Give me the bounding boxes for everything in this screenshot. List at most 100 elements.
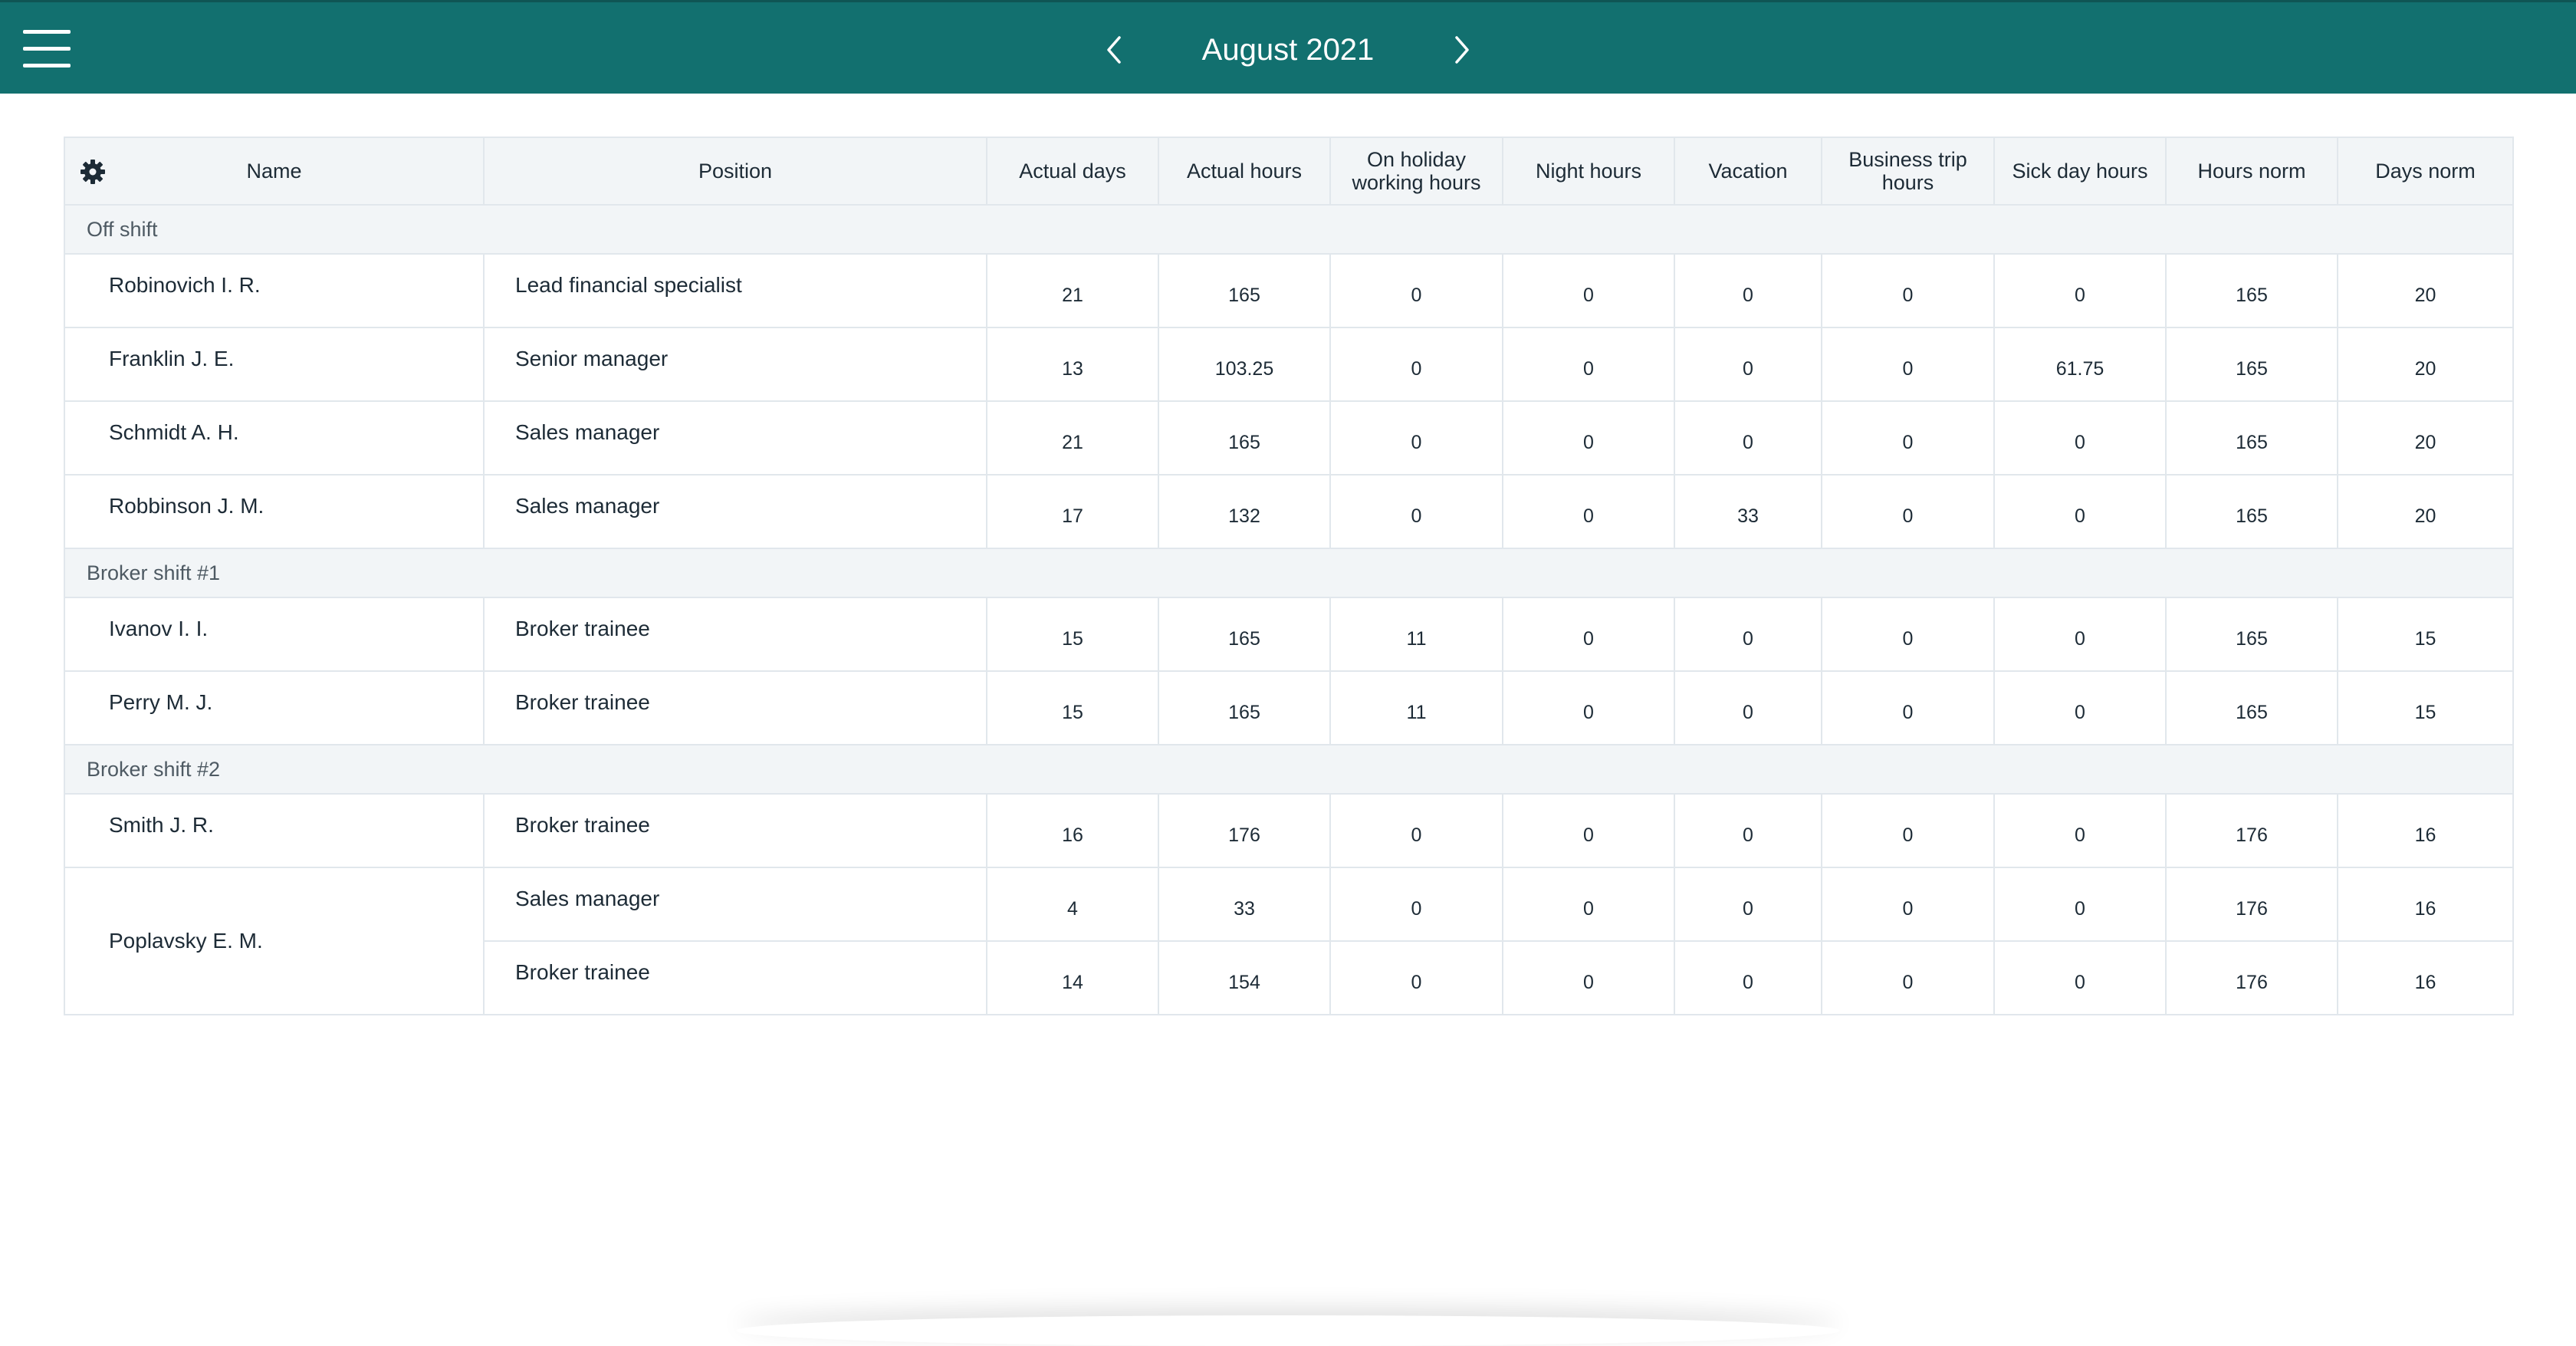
- group-row-off-shift: Off shift: [64, 204, 2514, 255]
- table-row[interactable]: Perry M. J. Broker trainee 15 165 11 0 0…: [64, 670, 2514, 745]
- value-cell: 0: [1329, 327, 1503, 402]
- table-header-row: Name Position Actual days Actual hours O…: [64, 137, 2514, 206]
- value-cell: 165: [1158, 253, 1331, 328]
- value-cell: 20: [2337, 400, 2514, 476]
- value-cell: 0: [1821, 597, 1995, 672]
- value-cell: 0: [1329, 400, 1503, 476]
- value-cell: 21: [986, 400, 1159, 476]
- value-cell: 0: [1674, 400, 1822, 476]
- table-row[interactable]: Robinovich I. R. Lead financial speciali…: [64, 253, 2514, 328]
- employee-name: Robbinson J. M.: [64, 474, 485, 549]
- bottom-scroll-shadow: [736, 1315, 1840, 1346]
- value-cell: 0: [1502, 253, 1675, 328]
- column-header-days-norm[interactable]: Days norm: [2337, 137, 2514, 206]
- value-cell: 11: [1329, 670, 1503, 745]
- value-cell: 165: [2165, 670, 2338, 745]
- gear-icon[interactable]: [80, 160, 105, 184]
- value-cell: 13: [986, 327, 1159, 402]
- value-cell: 0: [1993, 253, 2167, 328]
- value-cell: 0: [1674, 793, 1822, 868]
- value-cell: 0: [1674, 253, 1822, 328]
- employee-name: Smith J. R.: [64, 793, 485, 868]
- group-row-broker-shift-1: Broker shift #1: [64, 548, 2514, 598]
- value-cell: 165: [2165, 253, 2338, 328]
- column-header-sick-day[interactable]: Sick day hours: [1993, 137, 2167, 206]
- previous-month-chevron-left-icon[interactable]: [1099, 33, 1130, 67]
- hamburger-menu-icon[interactable]: [21, 28, 72, 70]
- value-cell: 15: [2337, 670, 2514, 745]
- employee-name: Schmidt A. H.: [64, 400, 485, 476]
- column-header-label: Name: [246, 160, 302, 183]
- value-cell: 0: [1502, 597, 1675, 672]
- value-cell: 103.25: [1158, 327, 1331, 402]
- column-header-holiday-hours[interactable]: On holiday working hours: [1329, 137, 1503, 206]
- employee-position: Sales manager: [483, 474, 987, 549]
- value-cell: 176: [2165, 867, 2338, 942]
- value-cell: 0: [1502, 327, 1675, 402]
- employee-position: Broker trainee: [483, 793, 987, 868]
- group-label: Broker shift #2: [64, 744, 2514, 795]
- value-cell: 0: [1821, 474, 1995, 549]
- value-cell: 16: [2337, 793, 2514, 868]
- value-cell: 0: [1993, 940, 2167, 1015]
- column-header-business-trip[interactable]: Business trip hours: [1821, 137, 1995, 206]
- value-cell: 0: [1502, 474, 1675, 549]
- value-cell: 0: [1821, 253, 1995, 328]
- value-cell: 0: [1329, 867, 1503, 942]
- value-cell: 14: [986, 940, 1159, 1015]
- employee-name: Perry M. J.: [64, 670, 485, 745]
- value-cell: 165: [2165, 597, 2338, 672]
- value-cell: 165: [1158, 670, 1331, 745]
- column-header-name[interactable]: Name: [64, 137, 485, 206]
- value-cell: 165: [1158, 400, 1331, 476]
- value-cell: 165: [2165, 327, 2338, 402]
- value-cell: 0: [1674, 597, 1822, 672]
- timesheet-table-container: Name Position Actual days Actual hours O…: [64, 137, 2514, 1015]
- value-cell: 16: [2337, 940, 2514, 1015]
- value-cell: 0: [1329, 474, 1503, 549]
- value-cell: 33: [1674, 474, 1822, 549]
- table-row[interactable]: Poplavsky E. M. Sales manager 4 33 0 0 0…: [64, 867, 2514, 1015]
- column-header-night-hours[interactable]: Night hours: [1502, 137, 1675, 206]
- employee-position: Broker trainee: [483, 597, 987, 672]
- value-cell: 0: [1821, 940, 1995, 1015]
- value-cell: 165: [2165, 400, 2338, 476]
- employee-position: Sales manager: [483, 867, 987, 942]
- column-header-actual-days[interactable]: Actual days: [986, 137, 1159, 206]
- value-cell: 0: [1993, 597, 2167, 672]
- employee-position: Lead financial specialist: [483, 253, 987, 328]
- value-cell: 0: [1821, 327, 1995, 402]
- table-row[interactable]: Robbinson J. M. Sales manager 17 132 0 0…: [64, 474, 2514, 549]
- employee-name: Poplavsky E. M.: [64, 867, 485, 1015]
- column-header-hours-norm[interactable]: Hours norm: [2165, 137, 2338, 206]
- employee-position: Senior manager: [483, 327, 987, 402]
- table-row[interactable]: Ivanov I. I. Broker trainee 15 165 11 0 …: [64, 597, 2514, 672]
- value-cell: 0: [1821, 793, 1995, 868]
- next-month-chevron-right-icon[interactable]: [1446, 33, 1477, 67]
- value-cell: 165: [2165, 474, 2338, 549]
- value-cell: 0: [1674, 940, 1822, 1015]
- value-cell: 0: [1993, 474, 2167, 549]
- table-row[interactable]: Smith J. R. Broker trainee 16 176 0 0 0 …: [64, 793, 2514, 868]
- column-header-position[interactable]: Position: [483, 137, 987, 206]
- table-row[interactable]: Schmidt A. H. Sales manager 21 165 0 0 0…: [64, 400, 2514, 476]
- value-cell: 0: [1821, 670, 1995, 745]
- value-cell: 16: [986, 793, 1159, 868]
- value-cell: 21: [986, 253, 1159, 328]
- top-bar: August 2021: [0, 0, 2576, 94]
- value-cell: 132: [1158, 474, 1331, 549]
- column-header-actual-hours[interactable]: Actual hours: [1158, 137, 1331, 206]
- value-cell: 176: [2165, 940, 2338, 1015]
- table-row[interactable]: Franklin J. E. Senior manager 13 103.25 …: [64, 327, 2514, 402]
- value-cell: 0: [1674, 867, 1822, 942]
- value-cell: 0: [1502, 940, 1675, 1015]
- value-cell: 0: [1502, 400, 1675, 476]
- value-cell: 0: [1821, 867, 1995, 942]
- value-cell: 15: [986, 670, 1159, 745]
- value-cell: 0: [1993, 867, 2167, 942]
- value-cell: 0: [1821, 400, 1995, 476]
- value-cell: 0: [1993, 793, 2167, 868]
- employee-name: Ivanov I. I.: [64, 597, 485, 672]
- value-cell: 0: [1329, 940, 1503, 1015]
- column-header-vacation[interactable]: Vacation: [1674, 137, 1822, 206]
